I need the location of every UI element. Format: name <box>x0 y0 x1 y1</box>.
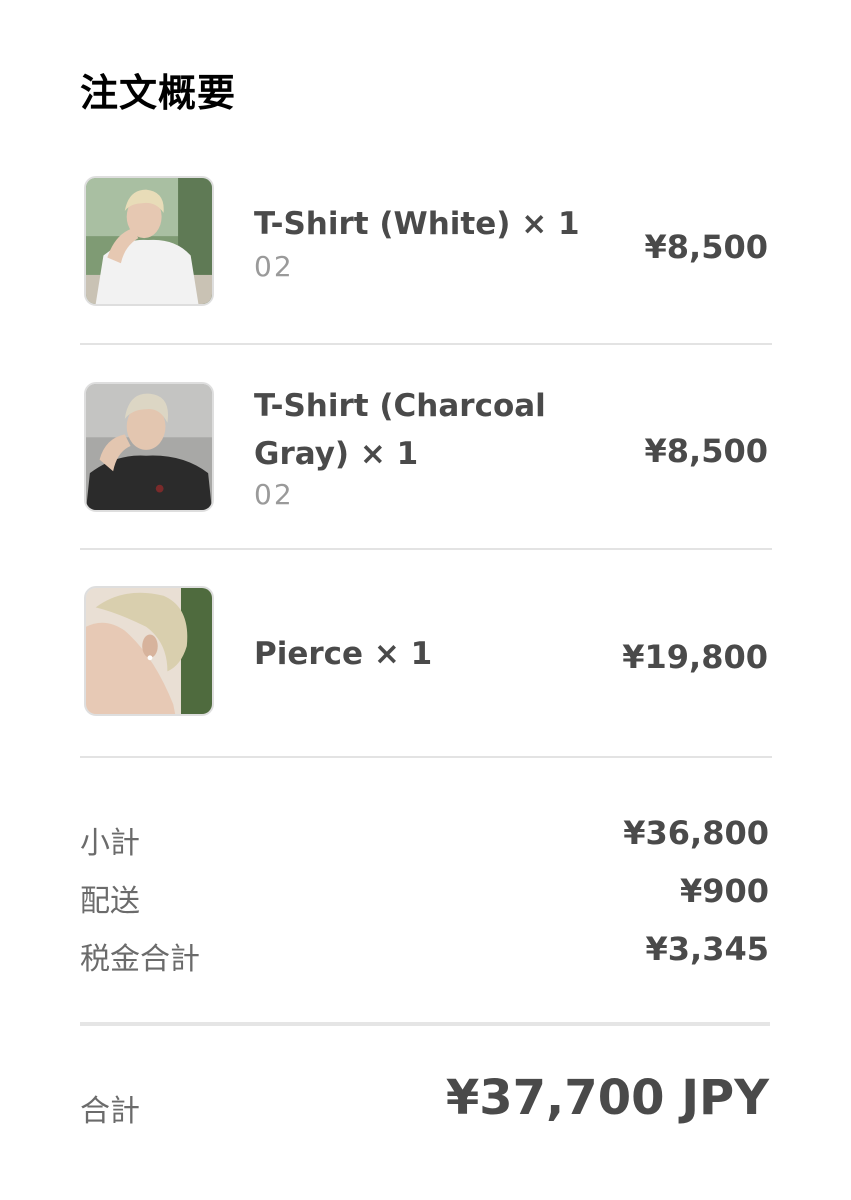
item-name: Pierce × 1 <box>254 636 433 672</box>
photo-person-white-tshirt <box>86 178 212 304</box>
order-summary-title: 注文概要 <box>80 71 237 115</box>
tax-label: 税金合計 <box>80 942 200 977</box>
item-price: ¥19,800 <box>622 638 768 676</box>
divider <box>80 343 772 345</box>
item-variant: 02 <box>254 250 294 283</box>
item-name: T-Shirt (White) × 1 <box>254 206 580 242</box>
product-thumbnail <box>84 176 214 306</box>
item-variant: 02 <box>254 478 294 511</box>
item-price: ¥8,500 <box>644 432 768 470</box>
line-item: T-Shirt (Charcoal Gray) × 1 02 ¥8,500 <box>80 380 772 516</box>
item-price: ¥8,500 <box>644 228 768 266</box>
shipping-label: 配送 <box>80 884 140 919</box>
line-item: T-Shirt (White) × 1 02 ¥8,500 <box>80 176 772 310</box>
subtotal-value: ¥36,800 <box>623 814 769 852</box>
divider <box>80 1022 770 1026</box>
shipping-value: ¥900 <box>679 872 769 910</box>
item-name: T-Shirt (Charcoal Gray) × 1 <box>254 388 546 472</box>
total-label: 合計 <box>80 1094 140 1129</box>
photo-person-charcoal-tshirt <box>86 384 212 510</box>
product-thumbnail <box>84 586 214 716</box>
tax-value: ¥3,345 <box>645 930 769 968</box>
product-thumbnail <box>84 382 214 512</box>
total-value: ¥37,700 JPY <box>445 1070 769 1126</box>
line-item: Pierce × 1 ¥19,800 <box>80 586 772 720</box>
subtotal-label: 小計 <box>80 826 140 861</box>
divider <box>80 548 772 550</box>
photo-person-pierce <box>86 588 212 714</box>
divider <box>80 756 772 758</box>
